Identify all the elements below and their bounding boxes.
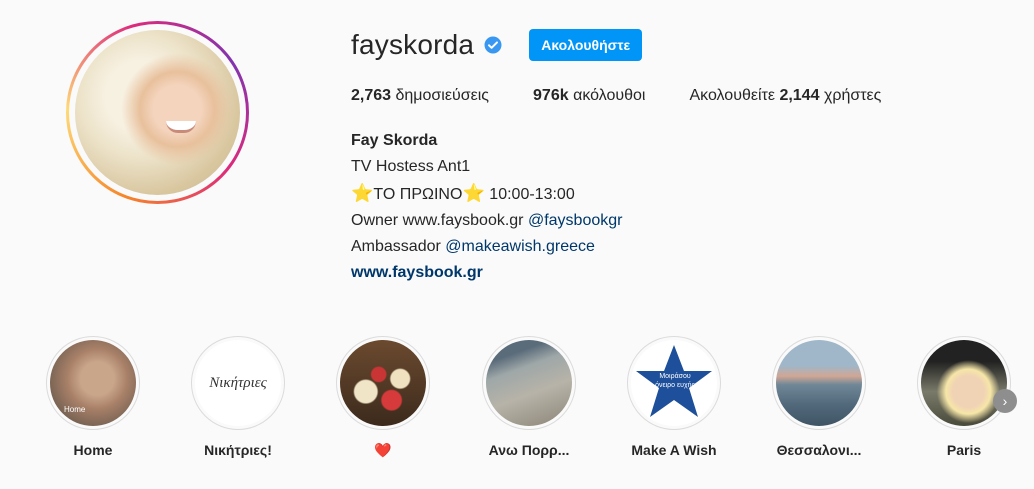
highlight-home[interactable]: Home Home	[46, 336, 140, 458]
profile-header: fayskorda Ακολουθήστε	[351, 29, 643, 61]
bio-line: ⭐ΤΟ ΠΡΩΙΝΟ⭐ 10:00-13:00	[351, 183, 575, 203]
highlight-cover	[486, 340, 572, 426]
full-name: Fay Skorda	[351, 132, 438, 149]
highlight-cover: Μοιράσου όνειρο ευχής	[631, 340, 717, 426]
highlight-cover: Νικήτριες	[195, 340, 281, 426]
followers-stat[interactable]: 976k ακόλουθοι	[533, 87, 645, 105]
highlight-label: Home	[73, 442, 113, 458]
chevron-right-icon[interactable]: ›	[993, 389, 1017, 413]
website-link[interactable]: www.faysbook.gr	[351, 264, 483, 281]
follow-button[interactable]: Ακολουθήστε	[529, 29, 643, 61]
profile-bio: Fay Skorda TV Hostess Ant1 ⭐ΤΟ ΠΡΩΙΝΟ⭐ 1…	[351, 128, 622, 286]
mention-link[interactable]: @makeawish.greece	[445, 238, 595, 255]
highlight-label: Make A Wish	[631, 442, 717, 458]
star-icon: ⭐	[351, 183, 374, 203]
highlight-label: Νικήτριες!	[204, 442, 272, 458]
bio-line: TV Hostess Ant1	[351, 158, 471, 175]
verified-badge-icon	[484, 36, 502, 54]
posts-stat: 2,763 δημοσιεύσεις	[351, 87, 490, 104]
highlight-heart[interactable]: ❤️	[336, 336, 430, 459]
highlight-label: ❤️	[374, 442, 392, 458]
bio-line: Ambassador @makeawish.greece	[351, 238, 595, 255]
highlight-thessaloniki[interactable]: Θεσσαλονι...	[772, 336, 866, 458]
following-stat[interactable]: Ακολουθείτε 2,144 χρήστες	[689, 87, 881, 105]
mention-link[interactable]: @faysbookgr	[528, 212, 623, 229]
highlight-make-a-wish[interactable]: Μοιράσου όνειρο ευχής Make A Wish	[627, 336, 721, 458]
highlight-nikitries[interactable]: Νικήτριες Νικήτριες!	[191, 336, 285, 458]
avatar-photo	[75, 30, 240, 195]
highlight-cover	[776, 340, 862, 426]
highlight-cover: Home	[50, 340, 136, 426]
username: fayskorda	[351, 29, 475, 60]
profile-stats: 2,763 δημοσιεύσεις 976k ακόλουθοι Ακολου…	[351, 87, 925, 105]
star-icon: ⭐	[462, 183, 485, 203]
story-highlights: Home Home Νικήτριες Νικήτριες! ❤️ Ανω Πο…	[46, 336, 1016, 476]
highlight-label: Paris	[946, 442, 982, 458]
highlight-cover	[921, 340, 1007, 426]
bio-line: Owner www.faysbook.gr @faysbookgr	[351, 212, 623, 229]
profile-avatar[interactable]	[66, 21, 249, 204]
highlight-label: Ανω Πορρ...	[488, 442, 570, 458]
highlight-ano-porr[interactable]: Ανω Πορρ...	[482, 336, 576, 458]
highlight-cover	[340, 340, 426, 426]
highlight-label: Θεσσαλονι...	[776, 442, 862, 458]
